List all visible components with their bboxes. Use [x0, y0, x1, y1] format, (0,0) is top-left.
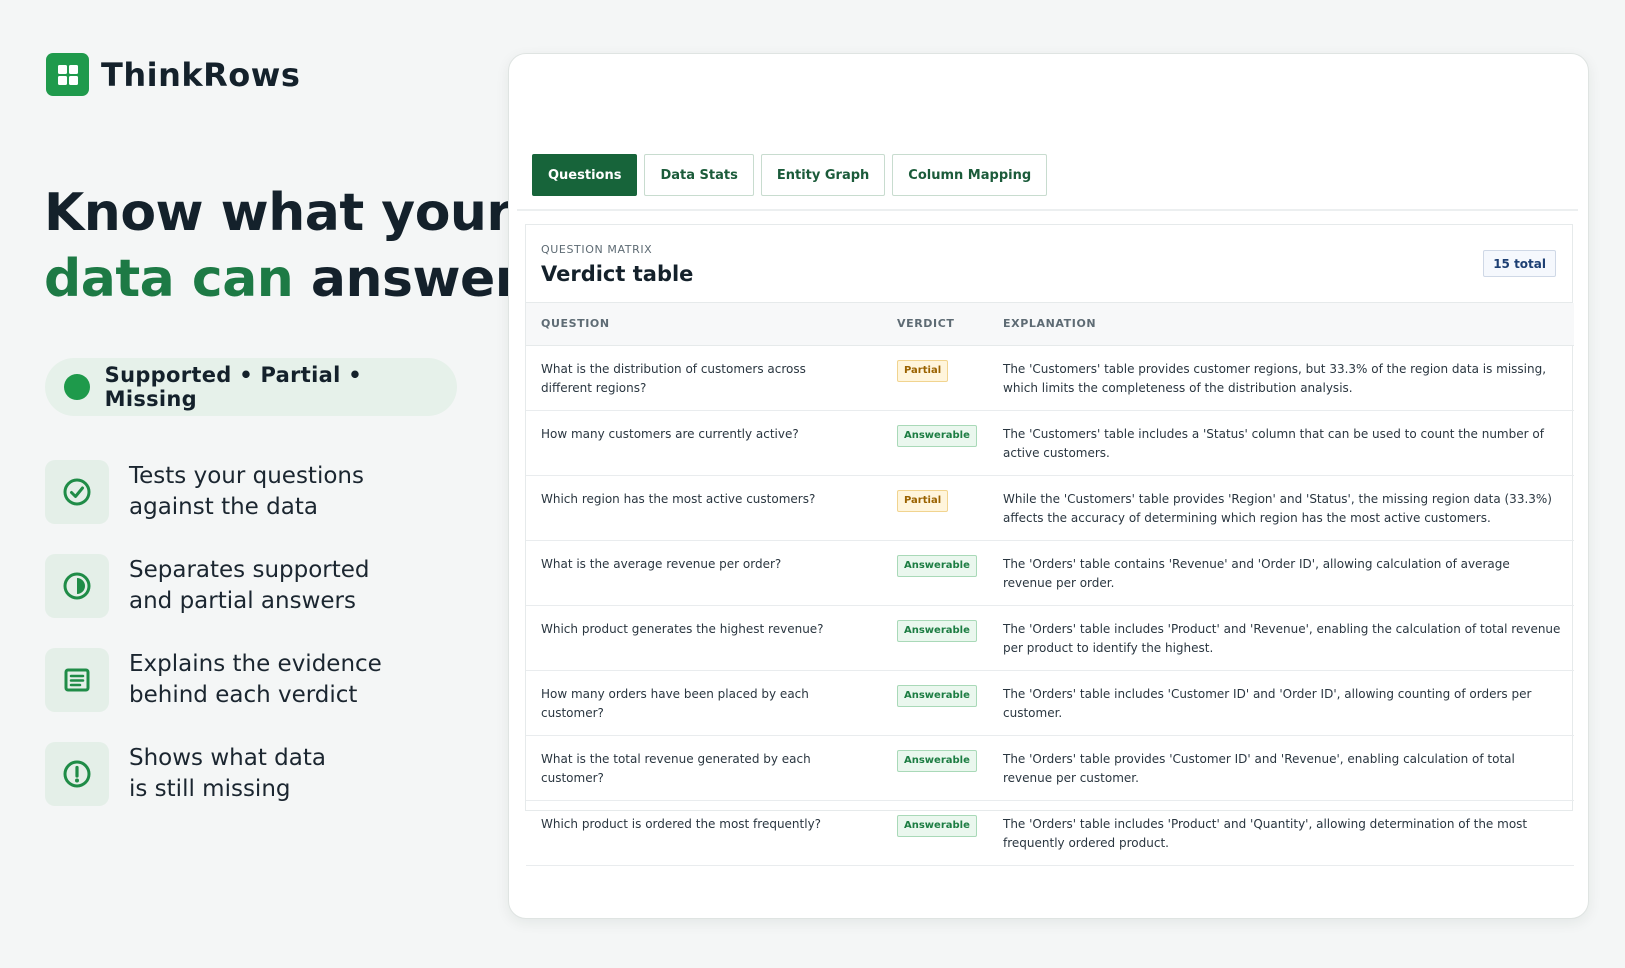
explanation-cell: The 'Orders' table provides 'Customer ID… [988, 735, 1574, 801]
brand: ThinkRows [46, 53, 300, 96]
verdict-cell: Answerable [882, 735, 988, 801]
panel-header: QUESTION MATRIX Verdict table 15 total [526, 225, 1572, 303]
verdict-cell: Partial [882, 475, 988, 541]
explanation-cell: The 'Customers' table includes a 'Status… [988, 410, 1574, 476]
headline: Know what your data can answer [44, 180, 520, 312]
table-row[interactable]: Which product is ordered the most freque… [526, 800, 1574, 866]
verdict-badge-partial: Partial [897, 359, 949, 382]
verdict-badge-answerable: Answerable [897, 684, 977, 707]
explanation-cell: The 'Orders' table includes 'Product' an… [988, 605, 1574, 671]
question-cell: Which product generates the highest reve… [526, 605, 882, 671]
verdict-cell: Answerable [882, 410, 988, 476]
explanation-cell: The 'Orders' table contains 'Revenue' an… [988, 540, 1574, 606]
verdict-badge-partial: Partial [897, 489, 949, 512]
document-lines-icon [45, 648, 109, 712]
half-circle-icon [45, 554, 109, 618]
table-row[interactable]: What is the average revenue per order? A… [526, 540, 1574, 606]
table-row[interactable]: What is the total revenue generated by e… [526, 735, 1574, 801]
verdict-badge-answerable: Answerable [897, 814, 977, 837]
question-cell: Which product is ordered the most freque… [526, 800, 882, 866]
column-header-verdict: VERDICT [882, 303, 988, 346]
table-row[interactable]: Which region has the most active custome… [526, 475, 1574, 541]
explanation-cell: The 'Orders' table includes 'Product' an… [988, 800, 1574, 866]
tab-bar: Questions Data Stats Entity Graph Column… [532, 154, 1054, 196]
headline-line1: Know what your [44, 183, 512, 243]
feature-item: Separates supported and partial answers [45, 553, 429, 619]
question-cell: How many customers are currently active? [526, 410, 882, 476]
grid-icon [46, 53, 89, 96]
table-row[interactable]: How many customers are currently active?… [526, 410, 1574, 476]
verdict-cell: Answerable [882, 670, 988, 736]
column-header-question: QUESTION [526, 303, 882, 346]
table-row[interactable]: How many orders have been placed by each… [526, 670, 1574, 736]
explanation-cell: The 'Orders' table includes 'Customer ID… [988, 670, 1574, 736]
app-card: Questions Data Stats Entity Graph Column… [508, 53, 1589, 919]
column-header-explanation: EXPLANATION [988, 303, 1574, 346]
verdict-cell: Answerable [882, 605, 988, 671]
feature-text: Tests your questions against the data [129, 463, 364, 520]
question-cell: What is the average revenue per order? [526, 540, 882, 606]
question-cell: What is the distribution of customers ac… [526, 345, 882, 411]
feature-item: Shows what data is still missing [45, 741, 429, 807]
verdict-cell: Partial [882, 345, 988, 411]
verdict-badge-answerable: Answerable [897, 749, 977, 772]
status-legend-text: Supported • Partial • Missing [104, 363, 362, 411]
tab-entity-graph[interactable]: Entity Graph [760, 154, 886, 196]
verdict-cell: Answerable [882, 540, 988, 606]
question-cell: What is the total revenue generated by e… [526, 735, 882, 801]
tab-column-mapping[interactable]: Column Mapping [892, 154, 1048, 196]
total-count-badge: 15 total [1483, 250, 1556, 277]
feature-text: Explains the evidence behind each verdic… [129, 651, 382, 708]
table-row[interactable]: Which product generates the highest reve… [526, 605, 1574, 671]
feature-text: Separates supported and partial answers [129, 557, 370, 614]
status-dot-icon [64, 374, 90, 400]
verdict-badge-answerable: Answerable [897, 554, 977, 577]
status-legend-pill: Supported • Partial • Missing [45, 358, 457, 416]
feature-item: Tests your questions against the data [45, 459, 429, 525]
headline-accent: data can [44, 249, 294, 309]
feature-list: Tests your questions against the data Se… [45, 459, 429, 835]
question-cell: How many orders have been placed by each… [526, 670, 882, 736]
question-cell: Which region has the most active custome… [526, 475, 882, 541]
table-row[interactable]: What is the distribution of customers ac… [526, 345, 1574, 411]
headline-rest: answer [310, 249, 521, 309]
explanation-cell: The 'Customers' table provides customer … [988, 345, 1574, 411]
feature-item: Explains the evidence behind each verdic… [45, 647, 429, 713]
exclamation-circle-icon [45, 742, 109, 806]
table-header-row: QUESTION VERDICT EXPLANATION [526, 303, 1574, 346]
tab-questions[interactable]: Questions [532, 154, 638, 196]
explanation-cell: While the 'Customers' table provides 'Re… [988, 475, 1574, 541]
verdict-table: QUESTION VERDICT EXPLANATION What is the… [526, 303, 1574, 866]
feature-text: Shows what data is still missing [129, 745, 326, 802]
panel-kicker: QUESTION MATRIX [541, 243, 653, 256]
panel-title: Verdict table [541, 262, 694, 286]
verdict-badge-answerable: Answerable [897, 619, 977, 642]
verdict-badge-answerable: Answerable [897, 424, 977, 447]
tab-divider [517, 209, 1578, 211]
verdict-cell: Answerable [882, 800, 988, 866]
check-circle-icon [45, 460, 109, 524]
brand-name: ThinkRows [101, 55, 301, 94]
verdict-panel: QUESTION MATRIX Verdict table 15 total Q… [525, 224, 1574, 866]
tab-data-stats[interactable]: Data Stats [644, 154, 754, 196]
